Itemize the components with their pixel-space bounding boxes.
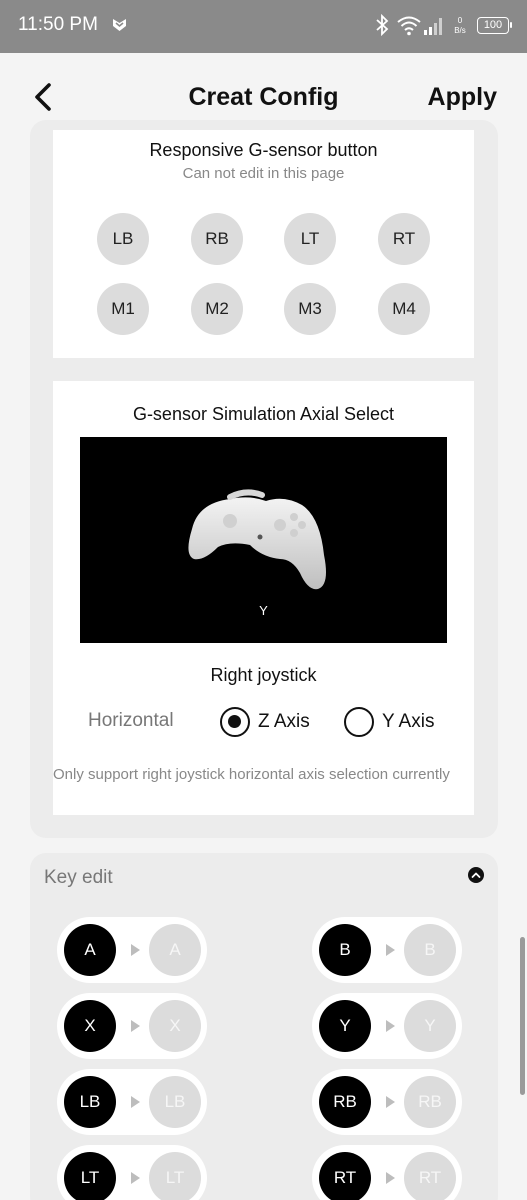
responsive-title: Responsive G-sensor button (149, 140, 378, 160)
g-button-lt: LT (284, 213, 336, 265)
target-key[interactable]: Y (404, 1000, 456, 1052)
key-mapping-rb[interactable]: RB RB (312, 1069, 462, 1135)
radio-unselected-icon[interactable] (344, 707, 374, 737)
collapse-chevron-icon[interactable] (468, 867, 484, 883)
responsive-button-panel: Responsive G-sensor button Can not edit … (53, 130, 474, 358)
target-key[interactable]: RB (404, 1076, 456, 1128)
source-key[interactable]: RT (319, 1152, 371, 1200)
key-mapping-lt[interactable]: LT LT (57, 1145, 207, 1200)
axial-title: G-sensor Simulation Axial Select (132, 404, 395, 424)
arrow-right-icon (131, 1096, 140, 1108)
source-key[interactable]: X (64, 1000, 116, 1052)
responsive-subtitle: Can not edit in this page (182, 165, 345, 182)
key-mapping-y[interactable]: Y Y (312, 993, 462, 1059)
preview-axis-label: Y (259, 603, 268, 618)
key-mapping-x[interactable]: X X (57, 993, 207, 1059)
axis-note: Only support right joystick horizontal a… (53, 766, 450, 783)
arrow-right-icon (131, 944, 140, 956)
source-key[interactable]: Y (319, 1000, 371, 1052)
source-key[interactable]: RB (319, 1076, 371, 1128)
arrow-right-icon (386, 1020, 395, 1032)
key-mapping-a[interactable]: A A (57, 917, 207, 983)
g-button-rt: RT (378, 213, 430, 265)
app-notification-icon (113, 19, 126, 31)
key-mapping-b[interactable]: B B (312, 917, 462, 983)
g-button-m1: M1 (97, 283, 149, 335)
arrow-right-icon (131, 1172, 140, 1184)
bluetooth-icon (376, 14, 389, 36)
target-key[interactable]: LT (149, 1152, 201, 1200)
network-speed-value: 0 (457, 16, 463, 25)
g-button-lb: LB (97, 213, 149, 265)
target-key[interactable]: RT (404, 1152, 456, 1200)
joystick-label: Right joystick (210, 665, 317, 685)
g-button-m4: M4 (378, 283, 430, 335)
source-key[interactable]: A (64, 924, 116, 976)
key-edit-title: Key edit (44, 867, 113, 888)
arrow-right-icon (131, 1020, 140, 1032)
g-button-m3: M3 (284, 283, 336, 335)
source-key[interactable]: B (319, 924, 371, 976)
key-edit-card: Key edit A A B B X X Y Y LB LB RB RB LT … (30, 853, 498, 1200)
g-button-rb: RB (191, 213, 243, 265)
key-mapping-lb[interactable]: LB LB (57, 1069, 207, 1135)
source-key[interactable]: LB (64, 1076, 116, 1128)
target-key[interactable]: B (404, 924, 456, 976)
apply-button[interactable]: Apply (428, 83, 497, 112)
arrow-right-icon (386, 1096, 395, 1108)
wifi-icon (397, 16, 421, 36)
g-button-m2: M2 (191, 283, 243, 335)
network-speed: 0 B/s (450, 16, 470, 36)
y-axis-radio[interactable]: Y Axis (344, 707, 434, 737)
battery-icon: 100 (477, 17, 512, 34)
controller-preview: Y (80, 437, 447, 643)
network-speed-unit: B/s (454, 26, 466, 35)
signal-icon (424, 18, 442, 35)
scrollbar[interactable] (520, 937, 525, 1095)
arrow-right-icon (386, 1172, 395, 1184)
status-bar: 11:50 PM 0 B/s 100 (0, 0, 527, 53)
key-mapping-rt[interactable]: RT RT (312, 1145, 462, 1200)
arrow-right-icon (386, 944, 395, 956)
direction-label: Horizontal (88, 710, 174, 731)
target-key[interactable]: X (149, 1000, 201, 1052)
status-time: 11:50 PM (18, 14, 98, 35)
z-axis-radio[interactable]: Z Axis (220, 707, 310, 737)
z-axis-label: Z Axis (258, 711, 310, 732)
y-axis-label: Y Axis (382, 711, 435, 732)
target-key[interactable]: A (149, 924, 201, 976)
radio-selected-icon[interactable] (220, 707, 250, 737)
axial-select-panel: G-sensor Simulation Axial Select Y Right… (53, 381, 474, 815)
target-key[interactable]: LB (149, 1076, 201, 1128)
source-key[interactable]: LT (64, 1152, 116, 1200)
